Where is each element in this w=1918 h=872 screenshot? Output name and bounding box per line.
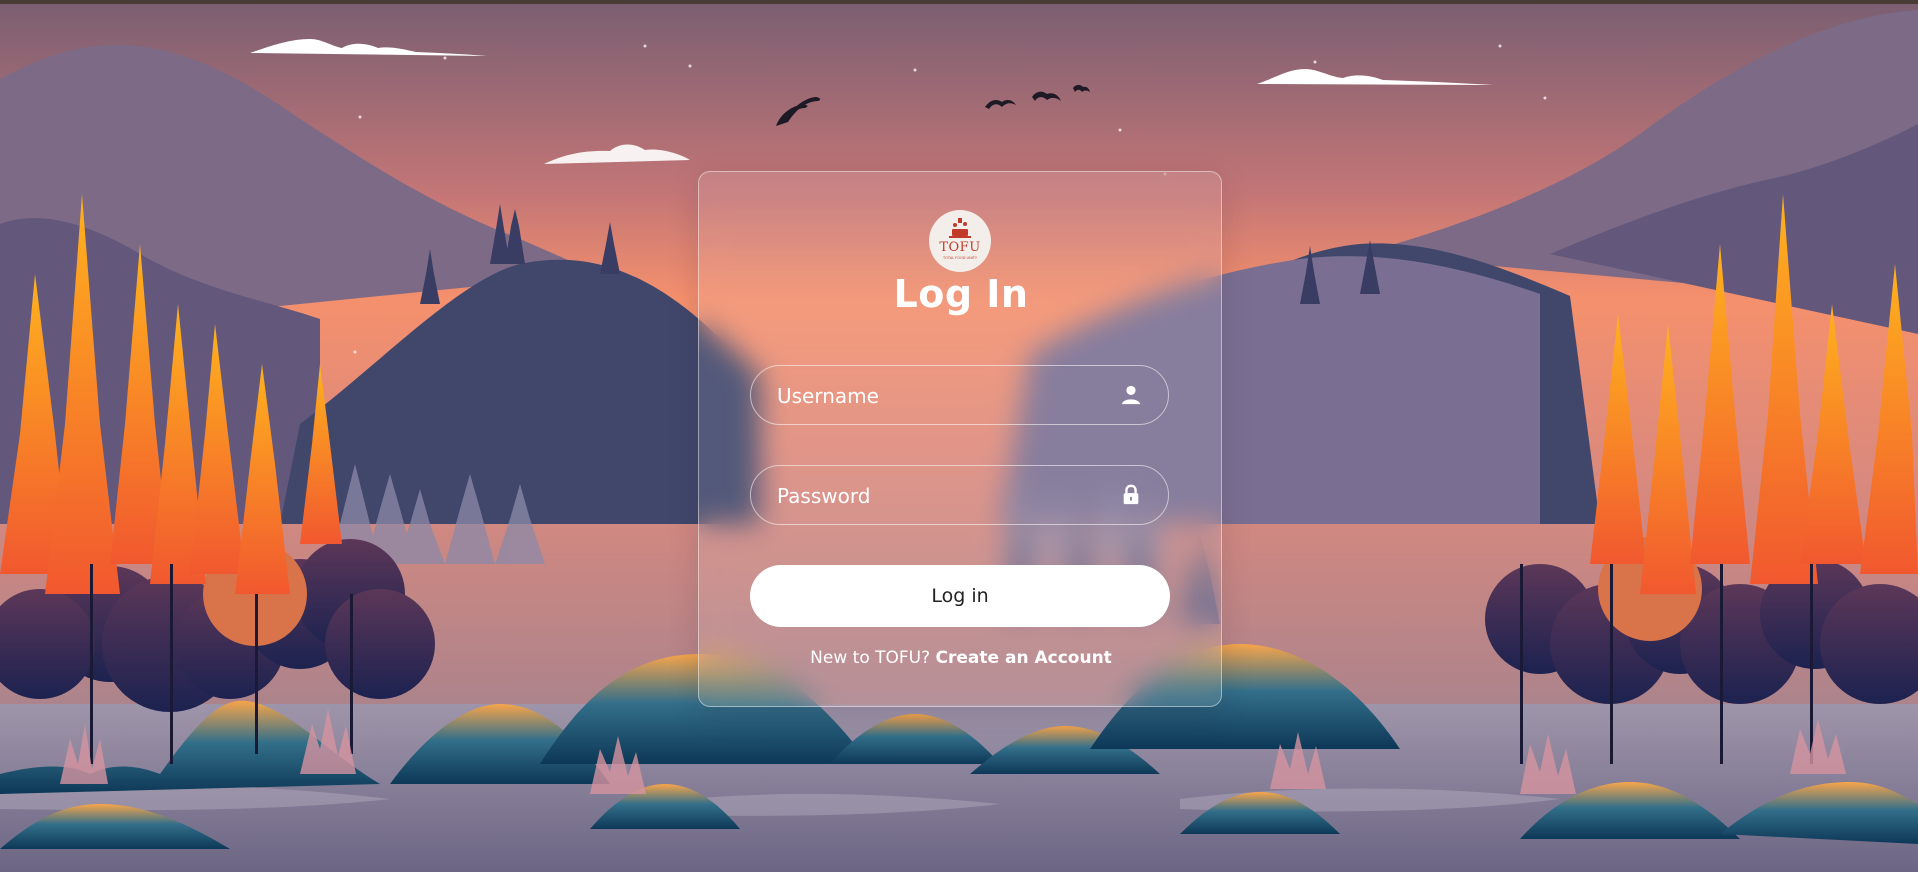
password-field [750,465,1169,525]
signup-prompt-text: New to TOFU? [810,648,931,668]
login-title: Log In [893,272,1029,316]
username-field [750,365,1169,425]
username-input[interactable] [775,366,1099,425]
password-input[interactable] [775,466,1099,525]
user-icon [1121,385,1141,405]
login-button[interactable]: Log in [750,565,1170,627]
lock-icon [1123,484,1139,505]
create-account-link[interactable]: Create an Account [936,648,1112,668]
logo-subtext: TOTAL FOOD UNITY [942,256,978,260]
logo-text: TOFU [939,240,981,255]
tofu-logo: TOFU TOTAL FOOD UNITY [929,210,991,272]
signup-prompt: New to TOFU? Create an Account [699,648,1223,668]
login-card: TOFU TOTAL FOOD UNITY Log In Log in New … [698,171,1222,707]
